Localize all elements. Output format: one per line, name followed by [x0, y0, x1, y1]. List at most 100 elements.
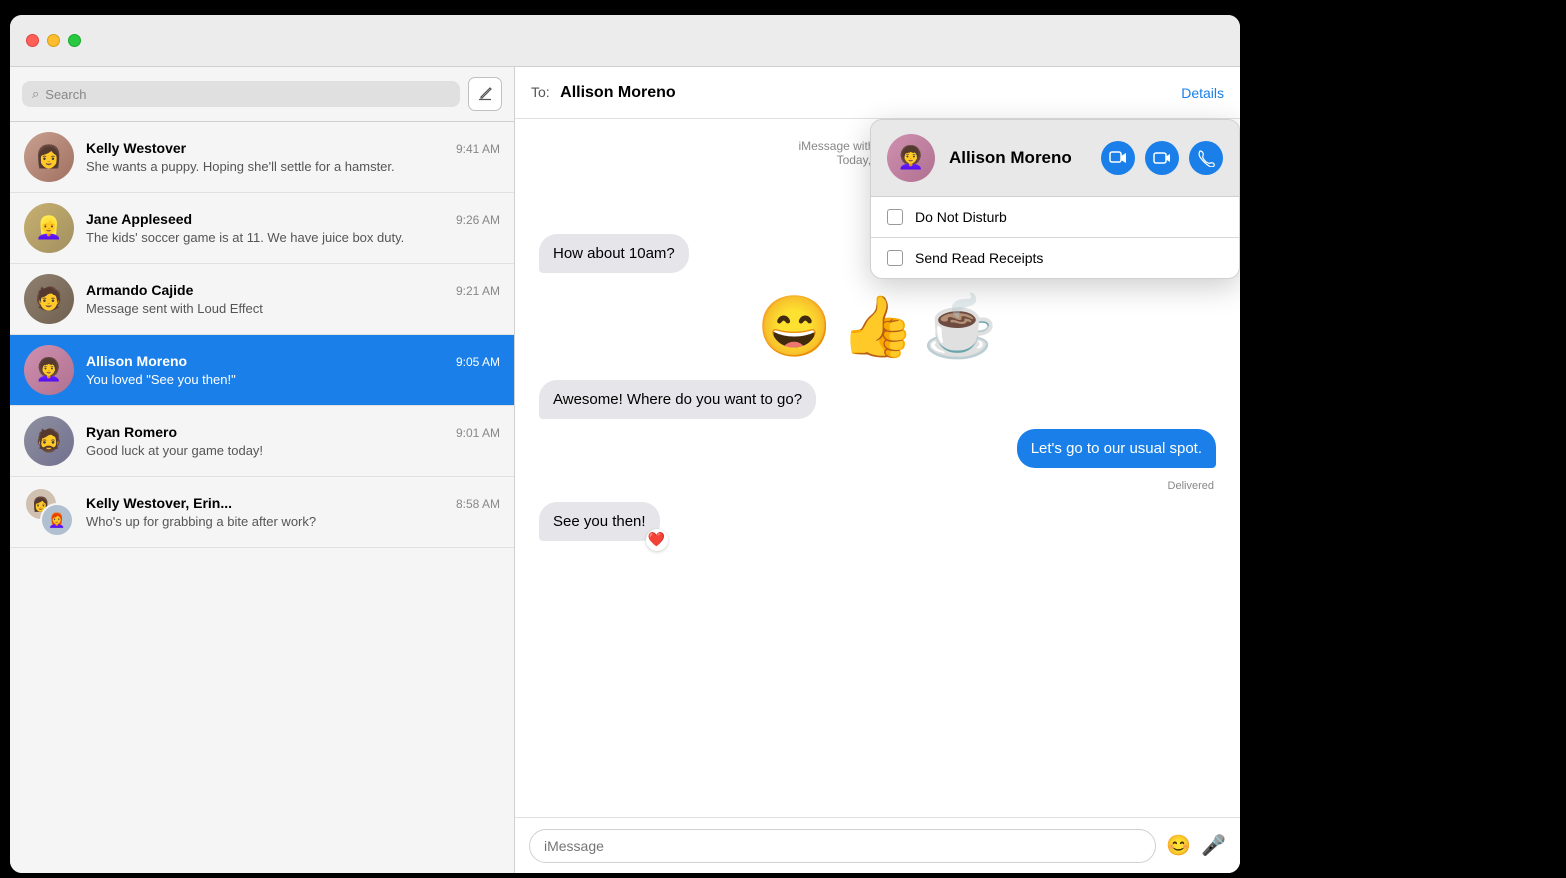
search-input-wrap[interactable]: ⌕ Search: [22, 81, 460, 107]
emoji-thumbsup: 👍: [840, 291, 915, 362]
avatar-kelly-westover: 👩: [24, 132, 74, 182]
conv-name: Kelly Westover: [86, 140, 186, 156]
conv-info-ryan-romero: Ryan Romero 9:01 AM Good luck at your ga…: [86, 424, 500, 458]
conversation-item-jane-appleseed[interactable]: 👱‍♀️ Jane Appleseed 9:26 AM The kids' so…: [10, 193, 514, 264]
delivered-status-row: Delivered: [539, 478, 1216, 492]
input-bar: 😊 🎤: [515, 817, 1240, 873]
avatar-group-kelly-erin: 👩 👩‍🦰: [24, 487, 74, 537]
conv-preview: She wants a puppy. Hoping she'll settle …: [86, 159, 500, 174]
microphone-icon[interactable]: 🎤: [1201, 833, 1226, 858]
search-bar: ⌕ Search: [10, 67, 514, 122]
delivered-label: Delivered: [1168, 480, 1214, 492]
conv-header: Kelly Westover, Erin... 8:58 AM: [86, 495, 500, 511]
minimize-button[interactable]: [47, 34, 60, 47]
chat-area: To: Allison Moreno Details iMessage with…: [515, 67, 1240, 873]
conv-header: Ryan Romero 9:01 AM: [86, 424, 500, 440]
details-button[interactable]: Details: [1181, 85, 1224, 101]
do-not-disturb-label: Do Not Disturb: [915, 209, 1007, 225]
search-icon: ⌕: [32, 86, 39, 102]
conversation-item-kelly-erin-group[interactable]: 👩 👩‍🦰 Kelly Westover, Erin... 8:58 AM Wh…: [10, 477, 514, 548]
avatar-armando-cajide: 🧑: [24, 274, 74, 324]
avatar-ryan-romero: 🧔: [24, 416, 74, 466]
conv-name: Allison Moreno: [86, 353, 187, 369]
message-bubble-10am: How about 10am?: [539, 234, 689, 273]
emoji-grinning: 😄: [757, 291, 832, 362]
conversation-item-ryan-romero[interactable]: 🧔 Ryan Romero 9:01 AM Good luck at your …: [10, 406, 514, 477]
conv-time: 9:01 AM: [456, 426, 500, 440]
conversation-item-armando-cajide[interactable]: 🧑 Armando Cajide 9:21 AM Message sent wi…: [10, 264, 514, 335]
video-message-icon: [1109, 149, 1127, 167]
details-popover: 👩‍🦱 Allison Moreno: [870, 119, 1240, 279]
conv-name: Jane Appleseed: [86, 211, 192, 227]
traffic-lights: [26, 34, 81, 47]
video-message-button[interactable]: [1101, 141, 1135, 175]
conv-header: Jane Appleseed 9:26 AM: [86, 211, 500, 227]
app-window: ⌕ Search 👩 Kelly Westover: [10, 15, 1240, 873]
send-read-receipts-label: Send Read Receipts: [915, 250, 1043, 266]
compose-icon: [477, 86, 493, 102]
conv-time: 9:05 AM: [456, 355, 500, 369]
conv-info-armando-cajide: Armando Cajide 9:21 AM Message sent with…: [86, 282, 500, 316]
avatar-jane-appleseed: 👱‍♀️: [24, 203, 74, 253]
title-bar: [10, 15, 1240, 67]
phone-call-button[interactable]: [1189, 141, 1223, 175]
conv-preview: The kids' soccer game is at 11. We have …: [86, 230, 500, 245]
maximize-button[interactable]: [68, 34, 81, 47]
conv-name: Ryan Romero: [86, 424, 177, 440]
conv-preview: Who's up for grabbing a bite after work?: [86, 514, 500, 529]
conversation-item-kelly-westover[interactable]: 👩 Kelly Westover 9:41 AM She wants a pup…: [10, 122, 514, 193]
conv-time: 9:26 AM: [456, 213, 500, 227]
phone-icon: [1197, 149, 1215, 167]
conv-info-jane-appleseed: Jane Appleseed 9:26 AM The kids' soccer …: [86, 211, 500, 245]
conv-time: 9:41 AM: [456, 142, 500, 156]
popover-name: Allison Moreno: [949, 148, 1087, 168]
sidebar: ⌕ Search 👩 Kelly Westover: [10, 67, 515, 873]
avatar-allison-moreno: 👩‍🦱: [24, 345, 74, 395]
conv-preview: Good luck at your game today!: [86, 443, 500, 458]
chat-header: To: Allison Moreno Details: [515, 67, 1240, 119]
popover-header: 👩‍🦱 Allison Moreno: [871, 120, 1239, 197]
compose-button[interactable]: [468, 77, 502, 111]
conversation-item-allison-moreno[interactable]: 👩‍🦱 Allison Moreno 9:05 AM You loved "Se…: [10, 335, 514, 406]
conv-time: 8:58 AM: [456, 497, 500, 511]
search-placeholder: Search: [45, 87, 86, 102]
send-read-receipts-checkbox[interactable]: [887, 250, 903, 266]
do-not-disturb-option[interactable]: Do Not Disturb: [871, 197, 1239, 238]
conv-info-kelly-erin: Kelly Westover, Erin... 8:58 AM Who's up…: [86, 495, 500, 529]
message-bubble-seeyou: See you then! ❤️: [539, 502, 660, 541]
conv-name: Kelly Westover, Erin...: [86, 495, 232, 511]
close-button[interactable]: [26, 34, 39, 47]
popover-actions: [1101, 141, 1223, 175]
chat-to-line: To: Allison Moreno: [531, 84, 676, 102]
conv-header: Allison Moreno 9:05 AM: [86, 353, 500, 369]
facetime-icon: [1153, 149, 1171, 167]
emoji-picker-icon[interactable]: 😊: [1166, 833, 1191, 858]
conv-time: 9:21 AM: [456, 284, 500, 298]
do-not-disturb-checkbox[interactable]: [887, 209, 903, 225]
avatar-erin: 👩‍🦰: [40, 503, 74, 537]
message-bubble-usual: Let's go to our usual spot.: [1017, 429, 1216, 468]
chat-recipient: Allison Moreno: [560, 84, 676, 101]
send-read-receipts-option[interactable]: Send Read Receipts: [871, 238, 1239, 278]
conv-preview: You loved "See you then!": [86, 372, 500, 387]
popover-options: Do Not Disturb Send Read Receipts: [871, 197, 1239, 278]
facetime-button[interactable]: [1145, 141, 1179, 175]
popover-avatar: 👩‍🦱: [887, 134, 935, 182]
conv-preview: Message sent with Loud Effect: [86, 301, 500, 316]
reaction-badge: ❤️: [646, 529, 668, 551]
main-content: ⌕ Search 👩 Kelly Westover: [10, 67, 1240, 873]
message-bubble-awesome: Awesome! Where do you want to go?: [539, 380, 816, 419]
emoji-row: 😄 👍 ☕: [539, 291, 1216, 362]
message-row-received-seeyou: See you then! ❤️: [539, 502, 1216, 541]
bubble-text-seeyou: See you then!: [553, 513, 646, 530]
conv-name: Armando Cajide: [86, 282, 193, 298]
message-row-received-awesome: Awesome! Where do you want to go?: [539, 380, 1216, 419]
conversation-list: 👩 Kelly Westover 9:41 AM She wants a pup…: [10, 122, 514, 873]
to-label: To:: [531, 84, 550, 100]
message-row-sent-usual: Let's go to our usual spot.: [539, 429, 1216, 468]
conv-header: Kelly Westover 9:41 AM: [86, 140, 500, 156]
conv-header: Armando Cajide 9:21 AM: [86, 282, 500, 298]
emoji-coffee: ☕: [923, 291, 998, 362]
conv-info-kelly-westover: Kelly Westover 9:41 AM She wants a puppy…: [86, 140, 500, 174]
message-input[interactable]: [529, 829, 1156, 863]
